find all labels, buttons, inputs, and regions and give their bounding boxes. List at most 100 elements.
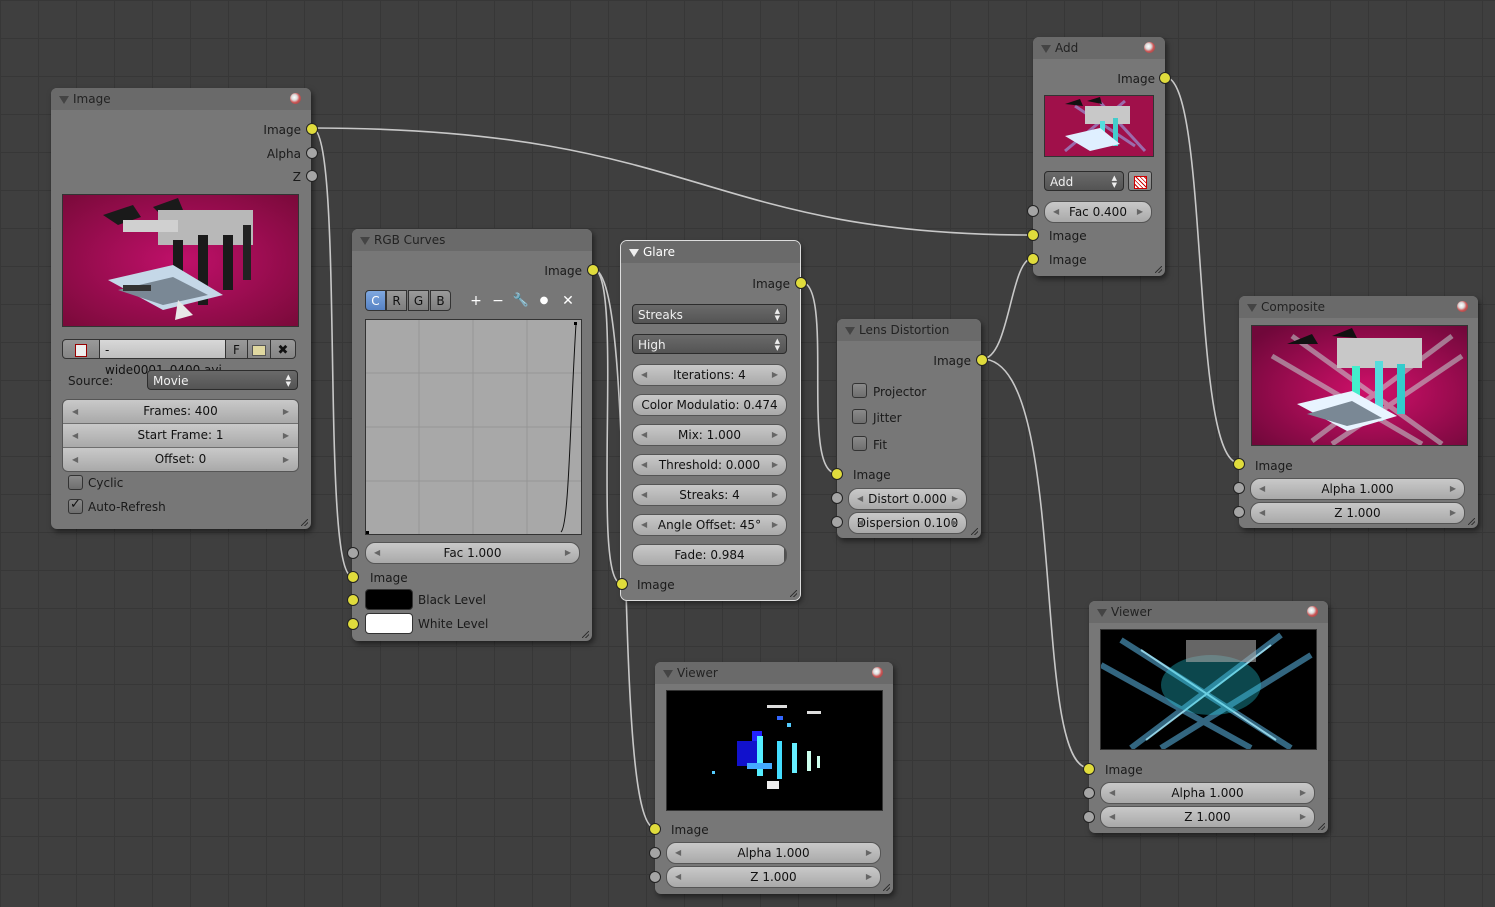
- jitter-checkbox[interactable]: [852, 409, 867, 424]
- add-node[interactable]: Add Image Add ▲ ▼ ◀ Fac 0.400 ▶ Image Image: [1033, 37, 1165, 276]
- viewer-header[interactable]: Viewer: [655, 662, 893, 684]
- preview-toggle-icon[interactable]: [1144, 42, 1155, 53]
- quality-dropdown[interactable]: High ▲ ▼: [632, 334, 787, 354]
- cyclic-checkbox[interactable]: [68, 475, 83, 490]
- image-node[interactable]: Image Image Alpha Z -wide0001 F ✖ Source…: [51, 88, 311, 529]
- glare-header[interactable]: Glare: [621, 241, 800, 263]
- preview-toggle-icon[interactable]: [872, 667, 883, 678]
- lens-distortion-header[interactable]: Lens Distortion: [837, 319, 981, 341]
- viewer-2-input-z-socket[interactable]: [1083, 811, 1095, 823]
- viewer-header[interactable]: Viewer: [1089, 601, 1328, 623]
- white-level-swatch[interactable]: [365, 613, 413, 634]
- z-field[interactable]: ◀ Z 1.000 ▶: [1100, 806, 1315, 828]
- viewer-2-input-alpha-socket[interactable]: [1083, 787, 1095, 799]
- blend-mode-dropdown[interactable]: Add ▲ ▼: [1044, 171, 1124, 191]
- curves-input-fac-socket[interactable]: [347, 547, 359, 559]
- glare-input-image-socket[interactable]: [616, 578, 628, 590]
- wrench-icon[interactable]: 🔧: [512, 292, 530, 310]
- lens-input-image-socket[interactable]: [831, 468, 843, 480]
- curves-black-level-socket[interactable]: [347, 594, 359, 606]
- alpha-field[interactable]: ◀ Alpha 1.000 ▶: [1100, 782, 1315, 804]
- projector-checkbox[interactable]: [852, 383, 867, 398]
- frames-field[interactable]: ◀ Frames: 400 ▶: [63, 400, 298, 424]
- viewer-1-input-image-socket[interactable]: [649, 823, 661, 835]
- image-node-header[interactable]: Image: [51, 88, 311, 110]
- fake-user-button[interactable]: F: [225, 339, 248, 359]
- glare-output-image-socket[interactable]: [795, 277, 807, 289]
- preview-toggle-icon[interactable]: [1307, 606, 1318, 617]
- add-input-image-2-socket[interactable]: [1027, 253, 1039, 265]
- offset-field[interactable]: ◀ Offset: 0 ▶: [63, 448, 298, 471]
- black-level-swatch[interactable]: [365, 589, 413, 610]
- distort-field[interactable]: ◀ Distort 0.000 ▶: [848, 488, 967, 510]
- open-file-button[interactable]: [247, 339, 271, 359]
- lens-input-dispersion-socket[interactable]: [831, 516, 843, 528]
- zoom-out-icon[interactable]: −: [489, 292, 507, 310]
- filename-field[interactable]: -wide0001_0400.avi: [99, 339, 226, 377]
- resize-handle[interactable]: [1468, 518, 1475, 525]
- lens-distortion-node[interactable]: Lens Distortion Image Projector Jitter F…: [837, 319, 981, 538]
- source-dropdown[interactable]: Movie ▲ ▼: [147, 370, 298, 390]
- add-header[interactable]: Add: [1033, 37, 1165, 59]
- clip-dot-icon[interactable]: ●: [535, 292, 553, 310]
- preview-toggle-icon[interactable]: [290, 93, 301, 104]
- threshold-field[interactable]: ◀ Threshold: 0.000 ▶: [632, 454, 787, 476]
- composite-header[interactable]: Composite: [1239, 296, 1478, 318]
- viewer-node-2[interactable]: Viewer Image ◀ Alpha 1.000 ▶ ◀ Z 1.000 ▶: [1089, 601, 1328, 833]
- rgb-curves-header[interactable]: RGB Curves: [352, 229, 592, 251]
- channel-r-button[interactable]: R: [386, 290, 407, 311]
- fit-checkbox[interactable]: [852, 436, 867, 451]
- composite-input-image-socket[interactable]: [1233, 458, 1245, 470]
- resize-handle[interactable]: [301, 519, 308, 526]
- channel-b-button[interactable]: B: [430, 290, 451, 311]
- viewer-1-input-alpha-socket[interactable]: [649, 847, 661, 859]
- file-type-button[interactable]: [62, 339, 100, 359]
- curves-white-level-socket[interactable]: [347, 618, 359, 630]
- collapse-triangle-icon[interactable]: [1247, 304, 1257, 312]
- dispersion-field[interactable]: ◀ Dispersion 0.100 ▶: [848, 512, 967, 534]
- curve-editor[interactable]: [365, 319, 582, 535]
- resize-handle[interactable]: [582, 631, 589, 638]
- fac-field[interactable]: ◀ Fac 1.000 ▶: [365, 542, 580, 564]
- fade-slider[interactable]: Fade: 0.984: [632, 544, 787, 566]
- color-modulation-field[interactable]: Color Modulatio: 0.474: [632, 394, 787, 416]
- collapse-triangle-icon[interactable]: [1097, 609, 1107, 617]
- lens-output-image-socket[interactable]: [976, 354, 988, 366]
- glare-type-dropdown[interactable]: Streaks ▲ ▼: [632, 304, 787, 324]
- viewer-1-input-z-socket[interactable]: [649, 871, 661, 883]
- streaks-field[interactable]: ◀ Streaks: 4 ▶: [632, 484, 787, 506]
- unlink-button[interactable]: ✖: [270, 339, 296, 359]
- resize-handle[interactable]: [1155, 266, 1162, 273]
- collapse-triangle-icon[interactable]: [629, 249, 639, 257]
- image-node-output-z-socket[interactable]: [306, 170, 318, 182]
- rgb-curves-node[interactable]: RGB Curves Image C R G B + − 🔧 ● ✕ ◀ Fac …: [352, 229, 592, 641]
- glare-node[interactable]: Glare Image Streaks ▲ ▼ High ▲ ▼ ◀ Iteratio…: [620, 240, 801, 601]
- channel-c-button[interactable]: C: [365, 290, 386, 311]
- alpha-field[interactable]: ◀ Alpha 1.000 ▶: [666, 842, 881, 864]
- resize-handle[interactable]: [790, 590, 797, 597]
- angle-offset-field[interactable]: ◀ Angle Offset: 45° ▶: [632, 514, 787, 536]
- viewer-node-1[interactable]: Viewer Image ◀ Alpha 1.000 ▶ ◀ Z 1.000 ▶: [655, 662, 893, 894]
- channel-g-button[interactable]: G: [408, 290, 429, 311]
- image-node-output-image-socket[interactable]: [306, 123, 318, 135]
- collapse-triangle-icon[interactable]: [59, 96, 69, 104]
- image-node-output-alpha-socket[interactable]: [306, 147, 318, 159]
- resize-handle[interactable]: [971, 528, 978, 535]
- collapse-triangle-icon[interactable]: [845, 327, 855, 335]
- add-output-image-socket[interactable]: [1159, 72, 1171, 84]
- use-alpha-toggle[interactable]: [1128, 171, 1152, 191]
- composite-input-alpha-socket[interactable]: [1233, 482, 1245, 494]
- zoom-in-icon[interactable]: +: [467, 292, 485, 310]
- z-field[interactable]: ◀ Z 1.000 ▶: [1250, 502, 1465, 524]
- resize-handle[interactable]: [883, 884, 890, 891]
- auto-refresh-checkbox[interactable]: [68, 497, 83, 514]
- fac-field[interactable]: ◀ Fac 0.400 ▶: [1044, 201, 1152, 223]
- resize-handle[interactable]: [1318, 823, 1325, 830]
- add-input-image-1-socket[interactable]: [1027, 229, 1039, 241]
- collapse-triangle-icon[interactable]: [663, 670, 673, 678]
- add-input-fac-socket[interactable]: [1027, 205, 1039, 217]
- curves-input-image-socket[interactable]: [347, 571, 359, 583]
- z-field[interactable]: ◀ Z 1.000 ▶: [666, 866, 881, 888]
- mix-field[interactable]: ◀ Mix: 1.000 ▶: [632, 424, 787, 446]
- lens-input-distort-socket[interactable]: [831, 492, 843, 504]
